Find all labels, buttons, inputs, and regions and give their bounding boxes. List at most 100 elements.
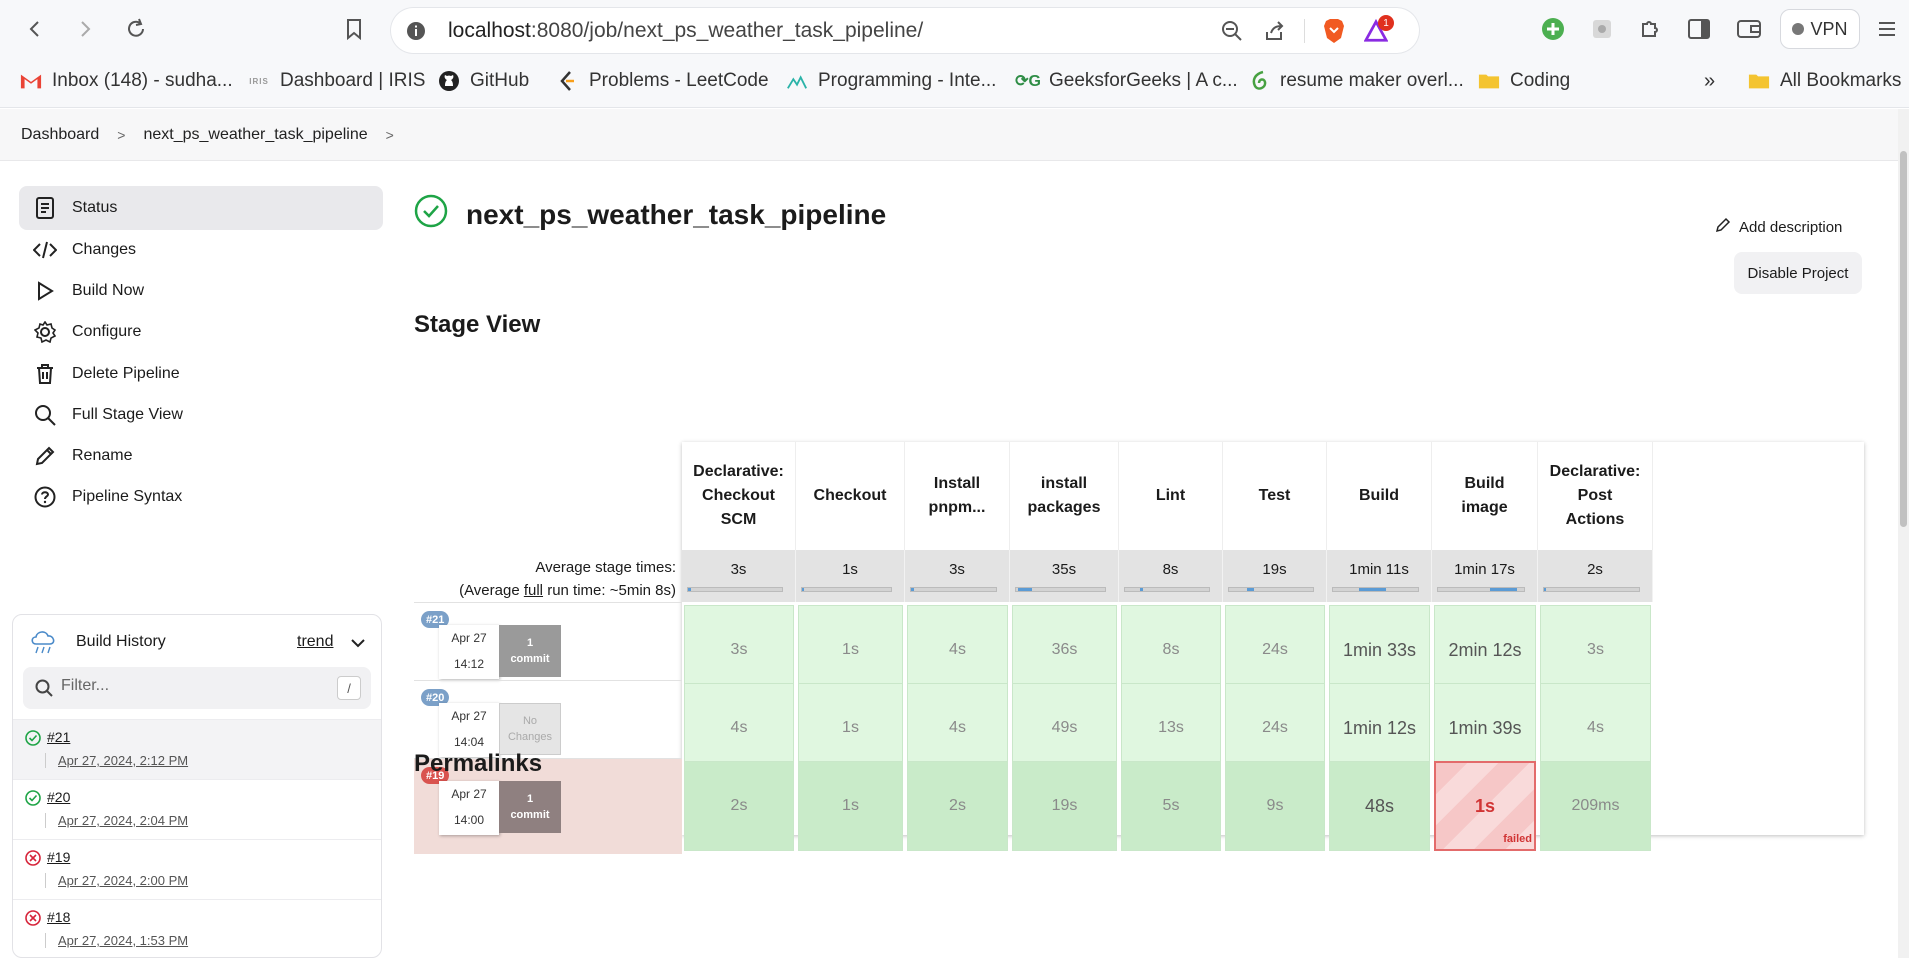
extension-tile-icon[interactable] bbox=[1587, 14, 1617, 44]
breadcrumb-dashboard[interactable]: Dashboard bbox=[21, 126, 99, 144]
stage-cell-failed[interactable]: 1s failed bbox=[1434, 761, 1536, 851]
stage-cell[interactable]: 5s bbox=[1121, 761, 1221, 851]
permalinks-heading: Permalinks bbox=[414, 750, 543, 777]
wallet-icon[interactable] bbox=[1734, 14, 1764, 44]
scrollbar-thumb[interactable] bbox=[1900, 151, 1907, 527]
bookmark-leetcode[interactable]: Problems - LeetCode bbox=[557, 70, 769, 92]
address-bar[interactable]: localhost:8080/job/next_ps_weather_task_… bbox=[390, 7, 1420, 54]
zoom-out-icon[interactable] bbox=[1220, 19, 1244, 43]
stage-duration: 8s bbox=[1162, 641, 1180, 658]
run-changes[interactable]: 1 commit bbox=[499, 781, 561, 833]
build-number-link[interactable]: #20 bbox=[47, 789, 70, 805]
stage-cell[interactable]: 1s bbox=[798, 605, 903, 695]
breadcrumb-job[interactable]: next_ps_weather_task_pipeline bbox=[143, 126, 367, 144]
build-date-link[interactable]: Apr 27, 2024, 1:53 PM bbox=[45, 933, 188, 948]
build-row-18[interactable]: #18 Apr 27, 2024, 1:53 PM bbox=[13, 899, 381, 957]
stage-cell[interactable]: 3s bbox=[1540, 605, 1651, 695]
bookmark-coding[interactable]: Coding bbox=[1478, 70, 1570, 92]
stage-cell[interactable]: 1min 12s bbox=[1329, 683, 1430, 773]
run-changes[interactable]: No Changes bbox=[499, 703, 561, 755]
build-filter[interactable]: / bbox=[23, 667, 371, 709]
sidebar-item-status[interactable]: Status bbox=[19, 186, 383, 230]
disable-project-button[interactable]: Disable Project bbox=[1734, 252, 1862, 294]
stage-cell[interactable]: 49s bbox=[1012, 683, 1117, 773]
chevron-down-icon[interactable] bbox=[351, 635, 365, 653]
stage-duration: 24s bbox=[1262, 641, 1288, 658]
stage-cell[interactable]: 3s bbox=[684, 605, 794, 695]
reload-icon[interactable] bbox=[121, 14, 151, 44]
stage-average-value: 8s bbox=[1162, 561, 1179, 578]
bookmark-iris[interactable]: IRIS Dashboard | IRIS bbox=[248, 70, 425, 92]
add-description-link[interactable]: Add description bbox=[1715, 217, 1842, 237]
url-text[interactable]: localhost:8080/job/next_ps_weather_task_… bbox=[448, 19, 923, 43]
bookmark-programming[interactable]: Programming - Inte... bbox=[786, 70, 996, 92]
stage-cell[interactable]: 8s bbox=[1121, 605, 1221, 695]
trend-link[interactable]: trend bbox=[297, 633, 333, 651]
stage-cell[interactable]: 9s bbox=[1225, 761, 1325, 851]
sidebar-item-full-stage-view[interactable]: Full Stage View bbox=[19, 393, 383, 437]
sidebar-item-build-now[interactable]: Build Now bbox=[19, 269, 383, 313]
run-changes[interactable]: 1 commit bbox=[499, 625, 561, 677]
stage-cell[interactable]: 4s bbox=[1540, 683, 1651, 773]
bookmark-icon[interactable] bbox=[339, 14, 369, 44]
sidebar-item-rename[interactable]: Rename bbox=[19, 434, 383, 478]
stage-cell[interactable]: 4s bbox=[907, 605, 1008, 695]
stage-cell[interactable]: 1min 39s bbox=[1434, 683, 1536, 773]
stage-cell[interactable]: 4s bbox=[907, 683, 1008, 773]
stage-cell[interactable]: 19s bbox=[1012, 761, 1117, 851]
build-date-link[interactable]: Apr 27, 2024, 2:04 PM bbox=[45, 813, 188, 828]
stage-cell[interactable]: 36s bbox=[1012, 605, 1117, 695]
full-run-link[interactable]: full bbox=[524, 582, 543, 599]
bookmark-github[interactable]: GitHub bbox=[438, 70, 529, 92]
bookmark-gmail[interactable]: Inbox (148) - sudha... bbox=[20, 70, 233, 92]
build-number-link[interactable]: #18 bbox=[47, 909, 70, 925]
share-icon[interactable] bbox=[1262, 19, 1286, 43]
brave-shield-icon[interactable] bbox=[1322, 19, 1346, 43]
stage-cell[interactable]: 2s bbox=[684, 761, 794, 851]
sidebar-item-pipeline-syntax[interactable]: Pipeline Syntax bbox=[19, 475, 383, 519]
add-extension-icon[interactable] bbox=[1538, 14, 1568, 44]
forward-icon[interactable] bbox=[70, 14, 100, 44]
brave-rewards-icon[interactable]: 1 bbox=[1364, 15, 1394, 43]
back-icon[interactable] bbox=[20, 14, 50, 44]
stage-cell[interactable]: 48s bbox=[1329, 761, 1430, 851]
stage-cell[interactable]: 4s bbox=[684, 683, 794, 773]
build-row-20[interactable]: #20 Apr 27, 2024, 2:04 PM bbox=[13, 779, 381, 839]
sidebar-item-changes[interactable]: Changes bbox=[19, 228, 383, 272]
build-filter-input[interactable] bbox=[61, 677, 321, 695]
stage-cell[interactable]: 209ms bbox=[1540, 761, 1651, 851]
stage-cell[interactable]: 13s bbox=[1121, 683, 1221, 773]
github-icon bbox=[438, 70, 460, 92]
build-row-19[interactable]: #19 Apr 27, 2024, 2:00 PM bbox=[13, 839, 381, 899]
bookmarks-overflow[interactable]: » bbox=[1704, 70, 1715, 93]
sidebar-item-configure[interactable]: Configure bbox=[19, 310, 383, 354]
stage-cell[interactable]: 1min 33s bbox=[1329, 605, 1430, 695]
chevron-right-icon[interactable]: > bbox=[386, 127, 394, 143]
stage-cell[interactable]: 24s bbox=[1225, 683, 1325, 773]
vpn-button[interactable]: VPN bbox=[1780, 9, 1860, 49]
page-scrollbar[interactable] bbox=[1898, 109, 1909, 958]
extensions-puzzle-icon[interactable] bbox=[1635, 14, 1665, 44]
stage-cell[interactable]: 24s bbox=[1225, 605, 1325, 695]
build-number-link[interactable]: #19 bbox=[47, 849, 70, 865]
site-info-icon[interactable] bbox=[404, 19, 428, 43]
stage-duration: 2s bbox=[949, 797, 966, 814]
stage-time-bar bbox=[1437, 587, 1525, 592]
stage-cell[interactable]: 1s bbox=[798, 683, 903, 773]
stage-average-value: 3s bbox=[949, 561, 965, 578]
stage-cell[interactable]: 2s bbox=[907, 761, 1008, 851]
bookmark-gfg[interactable]: ⟳G GeeksforGeeks | A c... bbox=[1015, 70, 1238, 92]
sidebar-item-delete-pipeline[interactable]: Delete Pipeline bbox=[19, 352, 383, 396]
stage-cell[interactable]: 2min 12s bbox=[1434, 605, 1536, 695]
build-row-21[interactable]: #21 Apr 27, 2024, 2:12 PM bbox=[13, 719, 381, 779]
stage-cell[interactable]: 1s bbox=[798, 761, 903, 851]
build-number-link[interactable]: #21 bbox=[47, 729, 70, 745]
all-bookmarks[interactable]: All Bookmarks bbox=[1748, 70, 1901, 92]
menu-icon[interactable] bbox=[1872, 14, 1902, 44]
trash-icon bbox=[33, 362, 57, 386]
vpn-status-icon bbox=[1792, 23, 1805, 35]
bookmark-overleaf[interactable]: resume maker overl... bbox=[1248, 70, 1464, 92]
sidebar-toggle-icon[interactable] bbox=[1684, 14, 1714, 44]
build-date-link[interactable]: Apr 27, 2024, 2:12 PM bbox=[45, 753, 188, 768]
build-date-link[interactable]: Apr 27, 2024, 2:00 PM bbox=[45, 873, 188, 888]
